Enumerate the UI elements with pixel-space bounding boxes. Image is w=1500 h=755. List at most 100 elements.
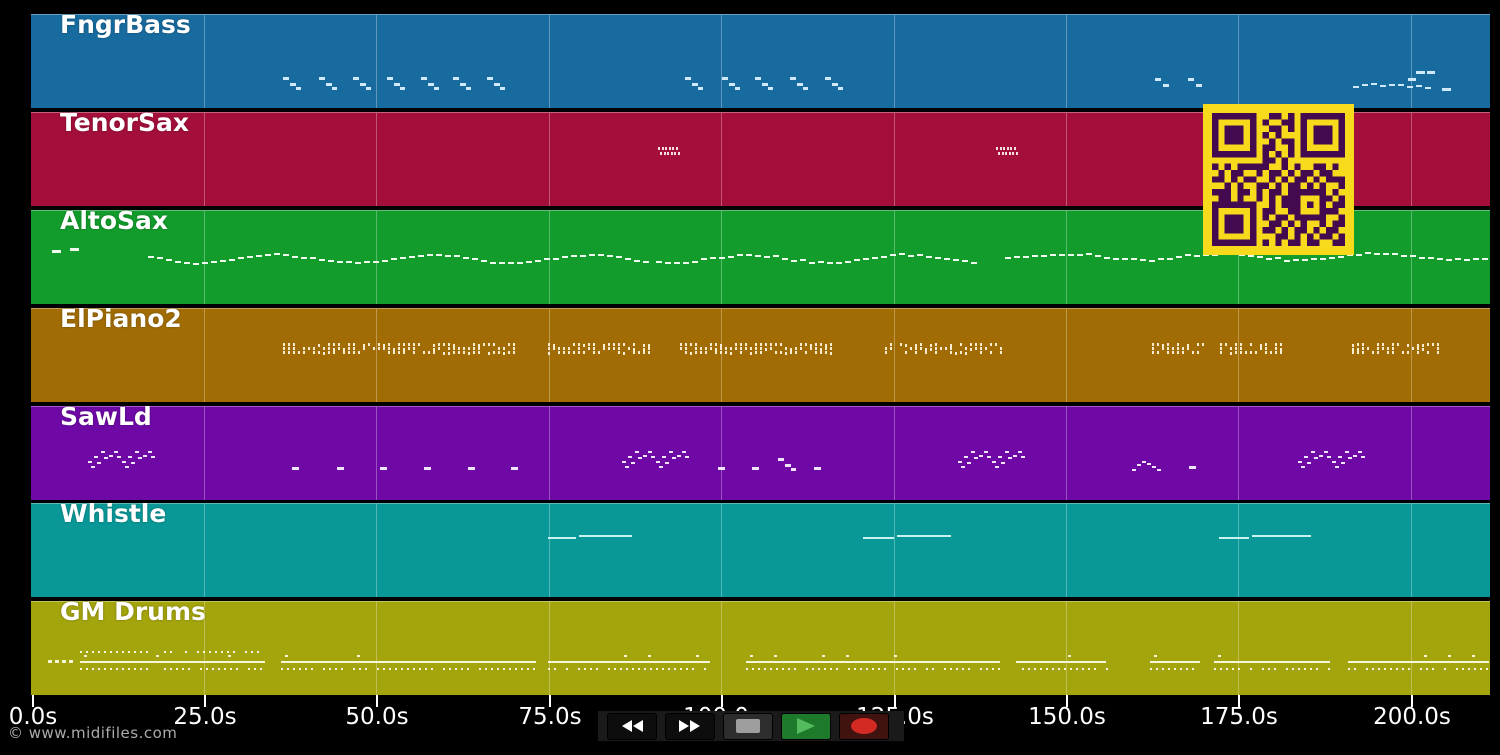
midi-note bbox=[1157, 469, 1161, 471]
gridline bbox=[376, 407, 377, 500]
midi-note bbox=[746, 668, 748, 670]
midi-note bbox=[366, 87, 371, 90]
midi-note bbox=[148, 256, 154, 258]
midi-note bbox=[377, 668, 379, 670]
midi-note bbox=[698, 87, 703, 90]
midi-note bbox=[890, 254, 896, 256]
record-button[interactable] bbox=[839, 712, 889, 740]
midi-note bbox=[677, 455, 681, 457]
midi-note bbox=[333, 351, 335, 354]
midi-note bbox=[1064, 668, 1066, 670]
midi-note bbox=[915, 351, 917, 354]
midi-note bbox=[109, 455, 113, 457]
midi-note bbox=[463, 257, 469, 259]
midi-note bbox=[1428, 257, 1434, 259]
midi-note bbox=[388, 343, 390, 346]
midi-note bbox=[341, 668, 343, 670]
midi-note bbox=[1068, 655, 1071, 657]
midi-note bbox=[319, 77, 325, 80]
midi-note bbox=[134, 651, 136, 653]
midi-note bbox=[290, 83, 296, 86]
midi-note bbox=[740, 343, 742, 346]
midi-note bbox=[683, 262, 689, 264]
midi-note bbox=[825, 77, 831, 80]
midi-note bbox=[274, 253, 280, 255]
midi-note bbox=[815, 351, 817, 354]
midi-note bbox=[725, 351, 727, 354]
stop-button[interactable] bbox=[723, 712, 773, 740]
midi-note bbox=[1448, 655, 1451, 657]
midi-note bbox=[710, 257, 716, 259]
midi-note bbox=[413, 347, 415, 350]
midi-note bbox=[503, 352, 505, 355]
midi-note bbox=[323, 352, 325, 355]
midi-note bbox=[638, 457, 642, 459]
midi-note bbox=[428, 83, 434, 86]
midi-note bbox=[1377, 343, 1379, 346]
gridline bbox=[549, 407, 550, 500]
midi-note bbox=[254, 668, 256, 670]
midi-note bbox=[805, 351, 807, 354]
midi-note bbox=[618, 343, 620, 346]
gridline bbox=[721, 309, 722, 402]
midi-note bbox=[1235, 351, 1237, 354]
midi-note bbox=[400, 87, 405, 90]
midi-note bbox=[487, 77, 493, 80]
midi-note bbox=[1416, 85, 1422, 87]
midi-note bbox=[202, 262, 208, 264]
midi-note bbox=[979, 455, 983, 457]
midi-note bbox=[104, 651, 106, 653]
midi-note bbox=[1352, 344, 1354, 347]
midi-note bbox=[925, 351, 927, 354]
midi-note bbox=[303, 351, 305, 354]
midi-note bbox=[765, 348, 767, 351]
midi-note bbox=[1214, 668, 1216, 670]
midi-note bbox=[1307, 462, 1311, 464]
midi-note bbox=[394, 83, 400, 86]
midi-note bbox=[1316, 668, 1318, 670]
gridline bbox=[1238, 602, 1239, 695]
midi-note bbox=[346, 261, 352, 263]
midi-note bbox=[593, 351, 595, 354]
midi-note bbox=[164, 651, 166, 653]
midi-note bbox=[533, 668, 535, 670]
midi-note bbox=[720, 351, 722, 354]
midi-note bbox=[1162, 347, 1164, 350]
midi-note bbox=[598, 254, 604, 256]
play-button[interactable] bbox=[781, 712, 831, 740]
midi-note bbox=[558, 351, 560, 354]
midi-note bbox=[1298, 668, 1300, 670]
midi-note bbox=[800, 343, 802, 346]
midi-note bbox=[1008, 457, 1012, 459]
midi-note bbox=[1022, 668, 1024, 670]
midi-note bbox=[1324, 451, 1328, 453]
midi-note bbox=[1252, 535, 1311, 537]
midi-note bbox=[328, 351, 330, 354]
midi-note bbox=[443, 352, 445, 355]
midi-note bbox=[466, 87, 471, 90]
midi-note bbox=[845, 261, 851, 263]
midi-note bbox=[301, 257, 307, 259]
midi-note bbox=[648, 451, 652, 453]
rewind-button[interactable] bbox=[607, 712, 657, 740]
midi-note bbox=[926, 668, 928, 670]
midi-note bbox=[166, 259, 172, 261]
midi-note bbox=[614, 668, 616, 670]
gridline bbox=[204, 309, 205, 402]
midi-note bbox=[1365, 252, 1371, 254]
gridline bbox=[376, 113, 377, 206]
midi-note bbox=[846, 655, 849, 657]
midi-note bbox=[902, 668, 904, 670]
midi-note bbox=[1137, 464, 1141, 466]
fast-forward-button[interactable] bbox=[665, 712, 715, 740]
midi-note bbox=[583, 344, 585, 347]
midi-note bbox=[728, 256, 734, 258]
midi-note bbox=[138, 457, 142, 459]
midi-note bbox=[1041, 255, 1047, 257]
gridline bbox=[549, 15, 550, 108]
midi-note bbox=[1157, 351, 1159, 354]
midi-note bbox=[490, 262, 496, 264]
midi-note bbox=[86, 668, 88, 670]
rewind-icon bbox=[619, 719, 645, 733]
midi-note bbox=[212, 668, 214, 670]
